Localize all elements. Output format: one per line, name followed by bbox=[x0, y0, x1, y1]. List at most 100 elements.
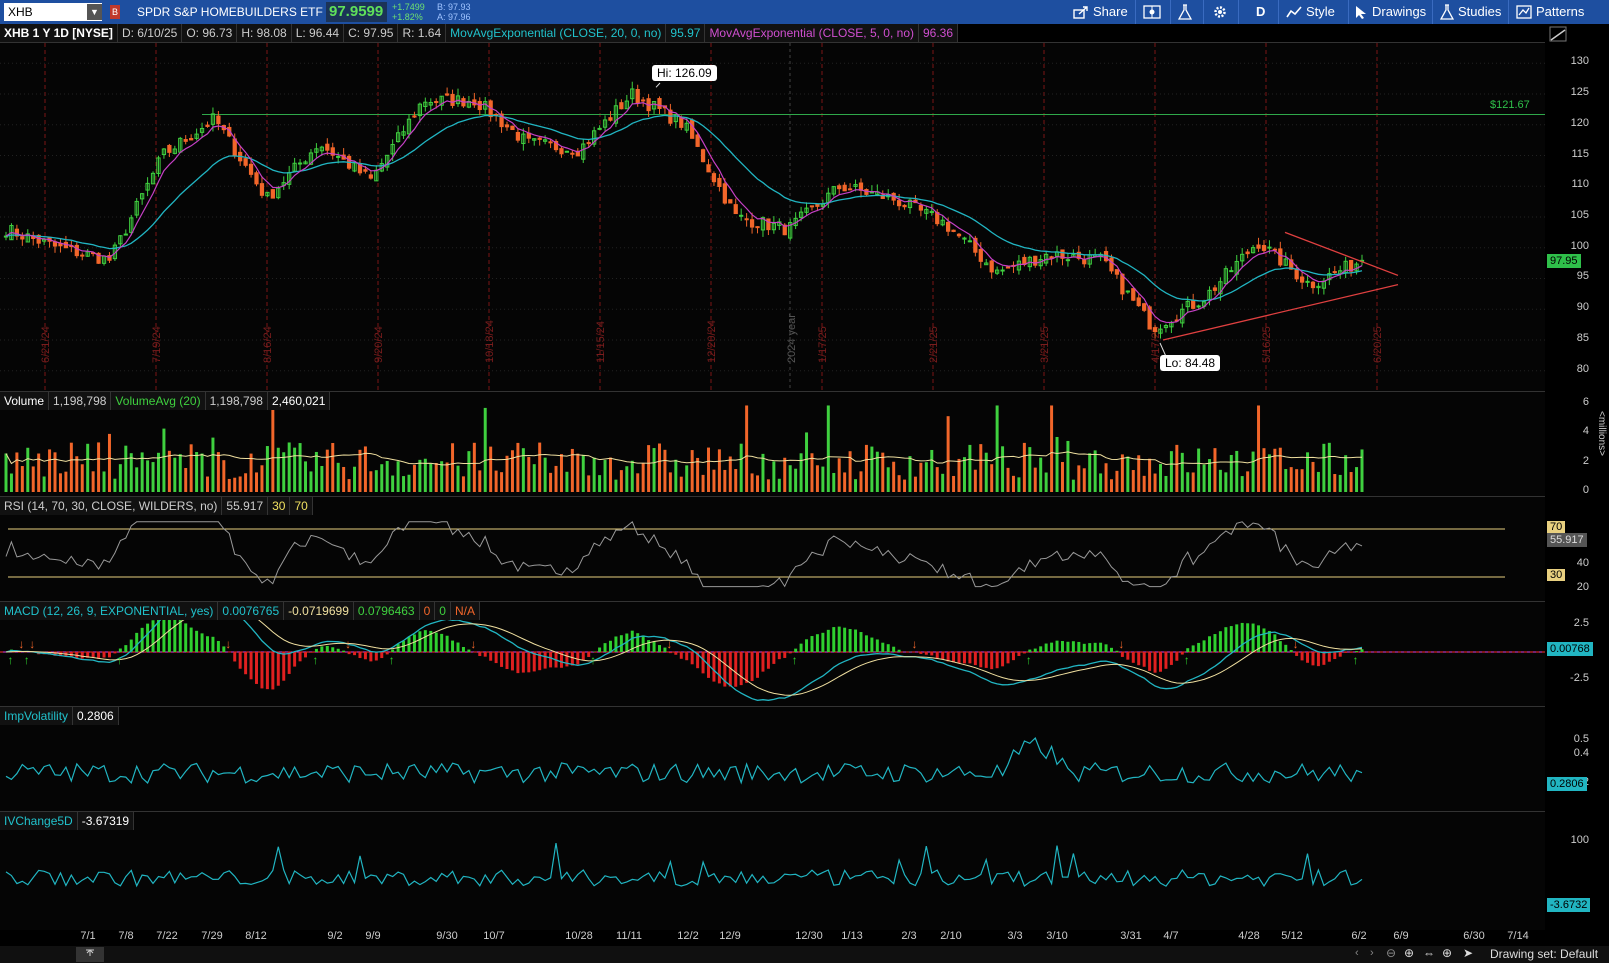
volume-bar bbox=[587, 475, 591, 492]
zoom-in-icon[interactable]: ⊕ bbox=[1404, 946, 1414, 960]
crosshair-icon[interactable]: ⊕ bbox=[1442, 946, 1452, 960]
drawings-menu[interactable]: Drawings bbox=[1354, 0, 1426, 24]
volume-bar bbox=[549, 472, 553, 492]
ivchange-chart[interactable] bbox=[0, 812, 1545, 930]
rsi-label[interactable]: RSI (14, 70, 30, CLOSE, WILDERS, no) bbox=[0, 497, 223, 515]
grid-button[interactable] bbox=[1143, 0, 1161, 24]
volume-axis[interactable]: 6 4 2 0 <millions> bbox=[1545, 391, 1609, 496]
iv-axis[interactable]: 0.50.40.2 0.2806 bbox=[1545, 706, 1609, 810]
volume-bar bbox=[924, 462, 928, 492]
chevron-down-icon[interactable]: ▼ bbox=[87, 4, 102, 20]
macd-hist-bar bbox=[440, 633, 444, 652]
macd-hist-bar bbox=[543, 652, 547, 669]
volume-bar bbox=[946, 416, 950, 492]
studies-menu[interactable]: Studies bbox=[1440, 0, 1501, 24]
expiry-label: 11/15/24 bbox=[595, 321, 607, 363]
volume-bar bbox=[1131, 470, 1135, 492]
iv-panel[interactable]: ImpVolatility 0.2806 bbox=[0, 706, 1545, 811]
volume-bar bbox=[69, 442, 73, 492]
volume-bar bbox=[429, 463, 433, 492]
price-axis[interactable]: 130 125 120 115 110 105 100 95 90 85 80 97.95 bbox=[1545, 42, 1609, 390]
pointer-icon[interactable]: ➤ bbox=[1463, 946, 1473, 960]
volume-label[interactable]: Volume bbox=[0, 392, 50, 410]
macd-hist-bar bbox=[1191, 645, 1195, 652]
settings-button[interactable] bbox=[1212, 0, 1228, 24]
ivchange-panel[interactable]: IVChange5D -3.67319 bbox=[0, 811, 1545, 930]
pan-icon[interactable]: ⇔ bbox=[1423, 946, 1435, 960]
macd-badge: 0.00768 bbox=[1547, 642, 1593, 656]
candle-body bbox=[548, 141, 553, 144]
trendline-icon bbox=[1549, 26, 1567, 42]
macd-panel[interactable]: ↑ ↓ ↑ ↓ ↑ ↓ ↑ ↓ ↑ ↓ ↑ ↓ ↑ ↓ ↑ ↓ ↑ ↓ ↑ MACD (12, 26, 9, EXP… bbox=[0, 598, 1545, 706]
flag-icon[interactable]: B bbox=[110, 5, 120, 19]
ivchange-axis[interactable]: 100 -3.6732 bbox=[1545, 811, 1609, 929]
macd-hist-bar bbox=[1164, 652, 1168, 669]
volume-bar bbox=[1060, 461, 1064, 492]
volume-panel[interactable]: Volume 1,198,798 VolumeAvg (20) 1,198,798 2,… bbox=[0, 391, 1545, 496]
macd-label[interactable]: MACD (12, 26, 9, EXPONENTIAL, yes) bbox=[0, 602, 219, 620]
style-menu[interactable]: Style bbox=[1286, 0, 1335, 24]
candle-body bbox=[1294, 268, 1299, 280]
ivchange-label[interactable]: IVChange5D bbox=[0, 812, 78, 830]
volume-bar bbox=[227, 478, 231, 492]
candle-body bbox=[537, 137, 542, 140]
flask-button[interactable] bbox=[1178, 0, 1192, 24]
time-tick-label: 5/12 bbox=[1281, 930, 1303, 942]
iv-chart[interactable] bbox=[0, 707, 1545, 811]
macd-hist-bar bbox=[265, 652, 269, 690]
candle-body bbox=[1142, 303, 1147, 311]
drawing-tool-corner[interactable] bbox=[1545, 24, 1609, 42]
candle-body bbox=[690, 119, 695, 139]
volume-bar bbox=[156, 452, 160, 492]
macd-hist-bar bbox=[233, 652, 237, 662]
macd-hist-bar bbox=[380, 652, 384, 659]
macd-hist-bar bbox=[1039, 646, 1043, 652]
macd-hist-bar bbox=[97, 652, 101, 659]
ema5-label[interactable]: MovAvgExponential (CLOSE, 5, 0, no) bbox=[705, 24, 919, 42]
macd-hist-bar bbox=[647, 640, 651, 652]
volume-bar bbox=[271, 406, 275, 492]
candle-body bbox=[1229, 270, 1234, 273]
macd-hist-bar bbox=[679, 652, 683, 659]
time-tick-label: 1/13 bbox=[841, 930, 863, 942]
drawing-set-label[interactable]: Drawing set: Default bbox=[1490, 947, 1598, 961]
rsi-axis[interactable]: 70 40 30 20 55.917 bbox=[1545, 496, 1609, 600]
bid-ask-block: B: 97.93 A: 97.96 bbox=[437, 2, 471, 22]
patterns-menu[interactable]: Patterns bbox=[1516, 0, 1584, 24]
volume-bar bbox=[1186, 472, 1190, 492]
candle-body bbox=[1065, 259, 1071, 262]
volume-bar bbox=[968, 444, 972, 492]
volume-bar bbox=[1006, 467, 1010, 492]
macd-hist-bar bbox=[374, 652, 378, 661]
ema20-label[interactable]: MovAvgExponential (CLOSE, 20, 0, no) bbox=[446, 24, 667, 42]
macd-hist-bar bbox=[1240, 622, 1244, 652]
collapse-button[interactable] bbox=[76, 947, 104, 962]
volume-bar bbox=[979, 444, 983, 492]
macd-axis[interactable]: 2.5 -2.5 0.00768 bbox=[1545, 601, 1609, 705]
macd-hist-bar bbox=[1017, 652, 1021, 656]
zoom-out-icon[interactable]: ⊖ bbox=[1386, 946, 1396, 960]
iv-label[interactable]: ImpVolatility bbox=[0, 707, 74, 725]
volume-bar bbox=[1191, 472, 1195, 492]
macd-hist-bar bbox=[1360, 649, 1364, 652]
volume-tick-label: 4 bbox=[1582, 425, 1589, 438]
share-button[interactable]: Share bbox=[1073, 0, 1128, 24]
scroll-right-icon[interactable]: › bbox=[1370, 947, 1374, 959]
volume-bar bbox=[135, 467, 139, 492]
volume-bar bbox=[206, 476, 209, 492]
volume-bar bbox=[265, 446, 269, 492]
volume-bar bbox=[15, 452, 19, 492]
volume-bar bbox=[935, 467, 939, 492]
candle-body bbox=[842, 184, 847, 192]
time-axis[interactable]: 7/1 7/8 7/22 7/29 8/12 9/2 9/9 9/30 10/7 10/28 11/… bbox=[0, 930, 1545, 946]
scroll-left-icon[interactable]: ‹ bbox=[1355, 947, 1359, 959]
price-chart[interactable]: 6/21/24 7/19/24 8/16/24 9/20/24 10/18/24 11/1… bbox=[0, 43, 1545, 391]
volume-avg-label[interactable]: VolumeAvg (20) bbox=[111, 392, 206, 410]
period-selector[interactable]: D bbox=[1256, 0, 1265, 24]
time-tick-label: 4/7 bbox=[1163, 930, 1179, 942]
price-panel[interactable]: 6/21/24 7/19/24 8/16/24 9/20/24 10/18/24 11/1… bbox=[0, 42, 1545, 391]
macd-hist-bar bbox=[1050, 642, 1054, 652]
ohlc-range: R: 1.64 bbox=[398, 24, 447, 42]
rsi-panel[interactable]: RSI (14, 70, 30, CLOSE, WILDERS, no) 55.9… bbox=[0, 496, 1545, 601]
volume-bar bbox=[532, 464, 536, 492]
